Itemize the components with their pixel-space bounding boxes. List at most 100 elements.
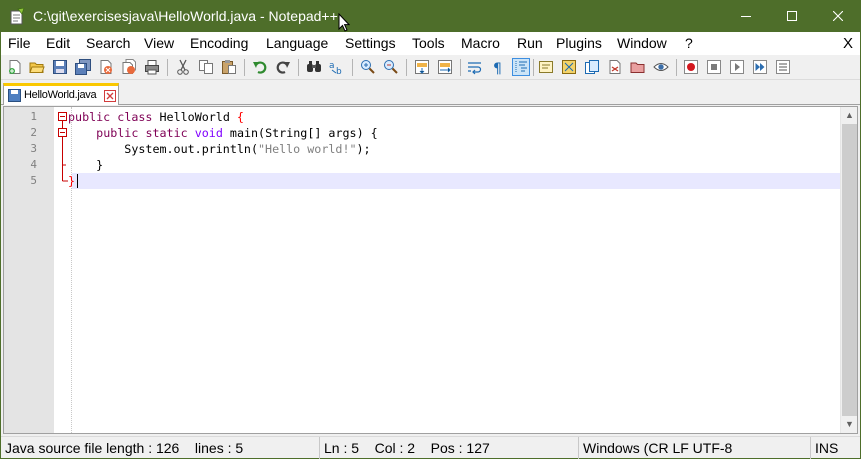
file-length: Java source file length : 126 <box>5 440 180 456</box>
code-line-3[interactable]: System.out.println("Hello world!"); <box>68 141 371 157</box>
status-eol-encoding[interactable]: Windows (CR LF UTF-8 <box>579 437 811 459</box>
method-signature: main(String[] args) <box>222 126 371 140</box>
user-defined-language-icon[interactable] <box>538 59 554 75</box>
find-icon[interactable] <box>306 59 322 75</box>
cut-icon[interactable] <box>175 59 191 75</box>
sync-vertical-icon[interactable] <box>414 59 430 75</box>
line-number: 5 <box>30 174 37 187</box>
code-editor[interactable]: 1 2 3 4 5 public class HelloWorld { publ… <box>3 106 858 434</box>
statement: System.out.println( <box>124 142 258 156</box>
paste-icon[interactable] <box>221 59 237 75</box>
menu-run[interactable]: Run <box>517 35 543 52</box>
menu-language[interactable]: Language <box>266 35 328 52</box>
maximize-icon <box>787 8 797 26</box>
current-line-highlight <box>72 173 840 189</box>
close-all-icon[interactable] <box>121 59 137 75</box>
tab-helloworld-java[interactable]: HelloWorld.java <box>3 83 119 105</box>
keyword: public <box>68 110 111 124</box>
saved-file-icon <box>8 89 21 102</box>
minimize-button[interactable] <box>723 1 769 32</box>
minimize-icon <box>741 8 751 26</box>
window-title: C:\git\exercisesjava\HelloWorld.java - N… <box>33 8 338 24</box>
copy-icon[interactable] <box>198 59 214 75</box>
show-all-characters-icon[interactable]: ¶ <box>490 59 506 77</box>
keyword: public <box>96 126 139 140</box>
svg-text:a: a <box>329 61 335 71</box>
svg-text:b: b <box>336 67 342 75</box>
status-bar: Java source file length : 126 lines : 5 … <box>1 436 860 459</box>
save-macro-icon[interactable] <box>775 59 791 75</box>
keyword: void <box>194 126 223 140</box>
zoom-in-icon[interactable] <box>360 59 376 75</box>
vertical-scrollbar[interactable]: ▲ ▼ <box>840 107 857 433</box>
close-document-button[interactable]: X <box>843 35 853 52</box>
maximize-button[interactable] <box>769 1 815 32</box>
print-icon[interactable] <box>144 59 160 75</box>
menu-edit[interactable]: Edit <box>46 35 70 52</box>
line-number: 1 <box>30 110 37 123</box>
playback-icon[interactable] <box>729 59 745 75</box>
brace: { <box>236 110 244 124</box>
menu-encoding[interactable]: Encoding <box>190 35 248 52</box>
string-literal: "Hello world!" <box>258 142 357 156</box>
folder-as-workspace-icon[interactable] <box>607 59 623 75</box>
menu-macro[interactable]: Macro <box>461 35 500 52</box>
brace: } <box>68 174 76 188</box>
scroll-down-icon[interactable]: ▼ <box>841 416 858 433</box>
menu-view[interactable]: View <box>144 35 174 52</box>
tab-bar: HelloWorld.java <box>1 81 860 105</box>
menu-file[interactable]: File <box>8 35 31 52</box>
close-button[interactable] <box>815 1 861 32</box>
document-map-icon[interactable] <box>561 59 577 75</box>
close-file-icon[interactable] <box>98 59 114 75</box>
class-name: HelloWorld <box>152 110 237 124</box>
statement-end: ); <box>356 142 371 156</box>
line-count: lines : 5 <box>194 440 244 456</box>
toolbar: ab ¶ <box>1 55 860 80</box>
code-line-2[interactable]: public static void main(String[] args) { <box>68 125 378 141</box>
start-recording-icon[interactable] <box>683 59 699 75</box>
zoom-out-icon[interactable] <box>383 59 399 75</box>
line-number: 3 <box>30 142 37 155</box>
sync-horizontal-icon[interactable] <box>437 59 453 75</box>
menu-settings[interactable]: Settings <box>345 35 396 52</box>
menu-help[interactable]: ? <box>685 35 693 52</box>
redo-icon[interactable] <box>275 59 291 75</box>
monitoring-eye-icon[interactable] <box>653 59 669 75</box>
scroll-thumb[interactable] <box>842 124 857 416</box>
keyword: static <box>145 126 188 140</box>
replace-icon[interactable]: ab <box>329 59 345 77</box>
status-file-info: Java source file length : 126 lines : 5 <box>1 437 320 459</box>
stop-recording-icon[interactable] <box>706 59 722 75</box>
menu-search[interactable]: Search <box>86 35 130 52</box>
menu-tools[interactable]: Tools <box>412 35 445 52</box>
code-line-4[interactable]: } <box>68 157 103 173</box>
run-multiple-icon[interactable] <box>752 59 768 75</box>
new-file-icon[interactable] <box>7 59 23 75</box>
code-line-5[interactable]: } <box>68 173 75 189</box>
scroll-up-icon[interactable]: ▲ <box>841 107 858 124</box>
word-wrap-icon[interactable] <box>467 59 483 75</box>
menu-window[interactable]: Window <box>617 35 667 52</box>
keyword: class <box>117 110 153 124</box>
folder-icon[interactable] <box>630 59 646 75</box>
function-list-icon[interactable] <box>584 59 600 75</box>
code-line-1[interactable]: public class HelloWorld { <box>68 109 244 125</box>
save-icon[interactable] <box>52 59 68 75</box>
line-number-margin: 1 2 3 4 5 <box>4 107 54 433</box>
text-caret <box>77 174 78 188</box>
save-all-icon[interactable] <box>75 59 91 75</box>
title-bar[interactable]: C:\git\exercisesjava\HelloWorld.java - N… <box>1 1 860 32</box>
tab-close-icon[interactable] <box>104 89 116 102</box>
status-insert-mode[interactable]: INS <box>811 437 860 459</box>
undo-icon[interactable] <box>252 59 268 75</box>
menu-plugins[interactable]: Plugins <box>556 35 602 52</box>
tab-label: HelloWorld.java <box>24 89 97 101</box>
menu-bar: File Edit Search View Encoding Language … <box>1 32 860 55</box>
brace: } <box>96 158 104 172</box>
notepad-icon[interactable] <box>10 7 25 25</box>
character-position: Pos : 127 <box>430 440 490 456</box>
open-file-icon[interactable] <box>29 59 45 75</box>
svg-text:¶: ¶ <box>493 61 502 75</box>
indent-guide-icon[interactable] <box>512 58 530 76</box>
